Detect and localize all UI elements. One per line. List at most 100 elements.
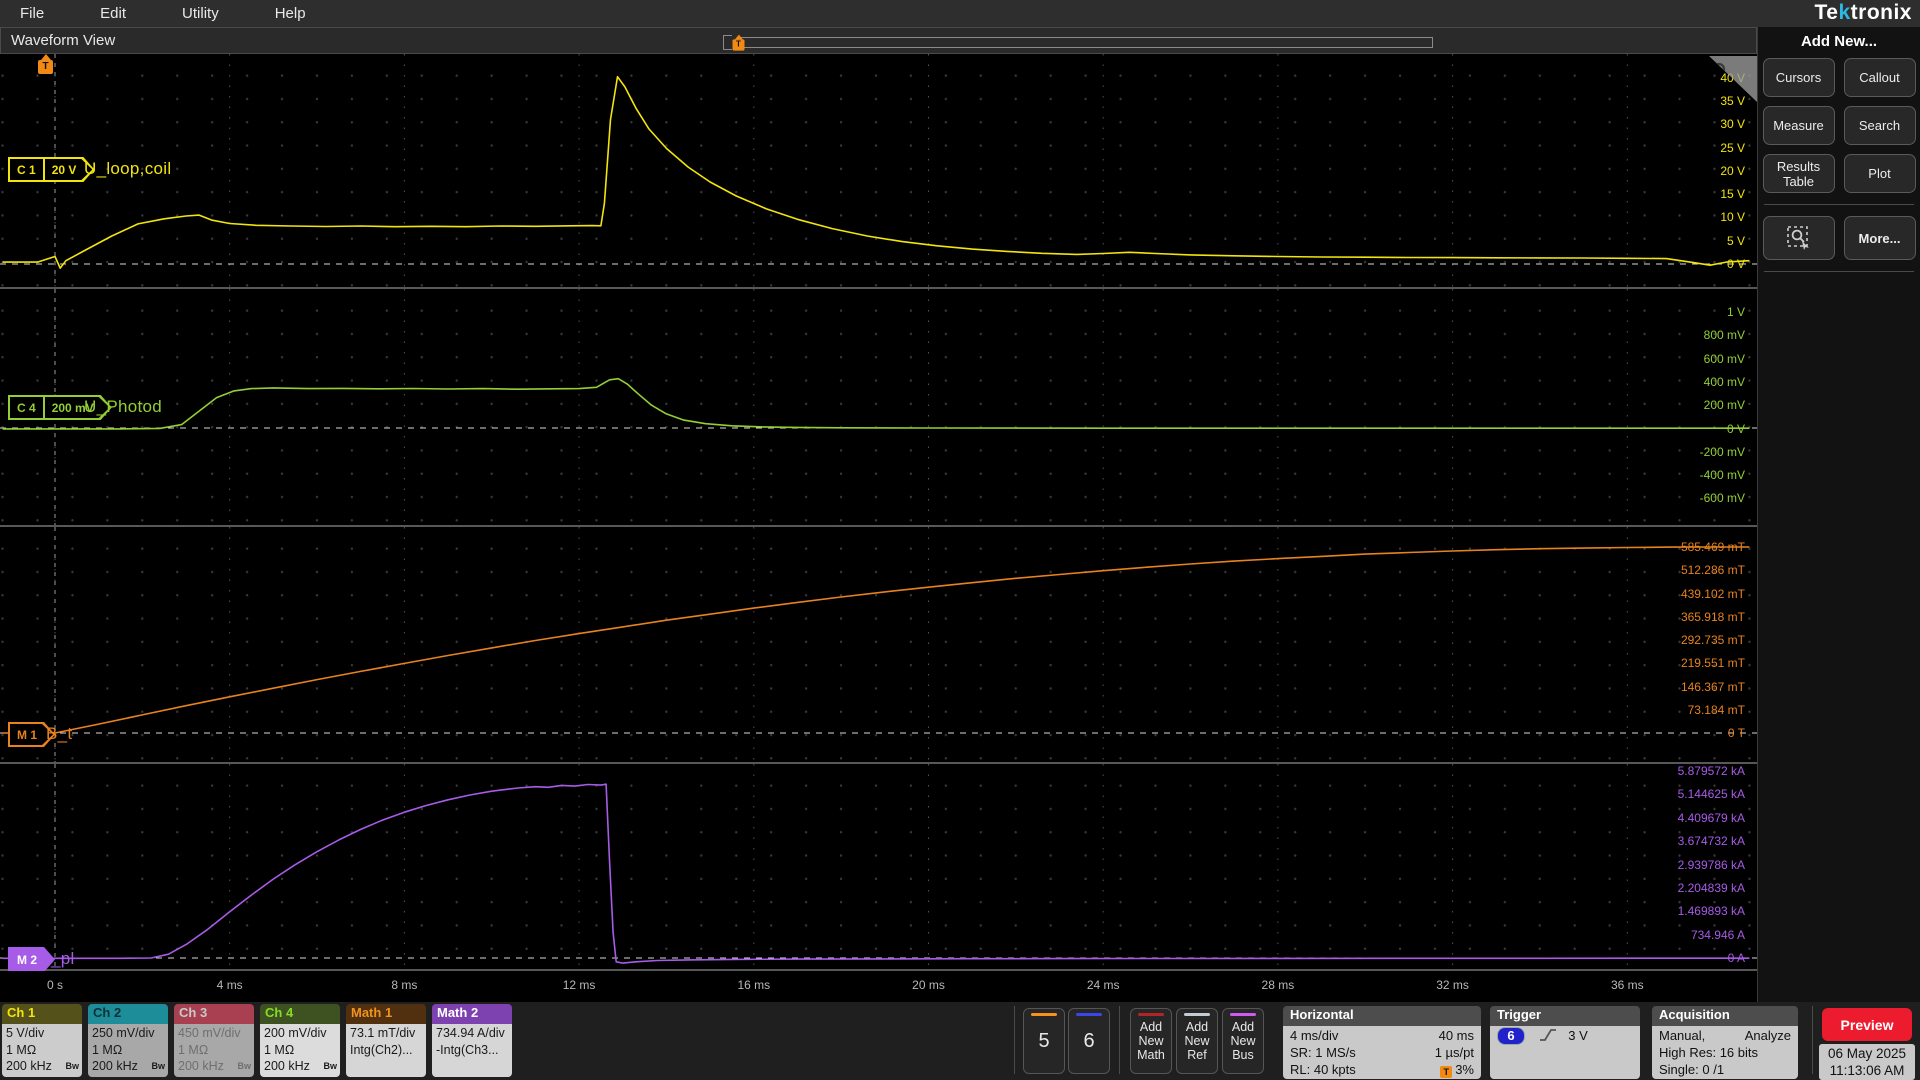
add-new-header: Add New... [1800,33,1878,50]
channel-setting: Intg(Ch2)... [350,1042,413,1057]
trigger-marker-icon[interactable]: T [38,60,53,74]
channel-card-ch1[interactable]: Ch 15 V/div 1 MΩ 200 kHz Bw [2,1004,82,1077]
minimap-window[interactable] [737,37,1433,48]
channel-card-title: Ch 3 [174,1004,254,1024]
divider [1119,1006,1120,1074]
cursors-button[interactable]: Cursors [1762,58,1835,97]
measure-button[interactable]: Measure [1762,106,1835,145]
channel-setting: 1 MΩ [92,1042,123,1057]
menu-bar: File Edit Utility Help [0,0,1920,27]
waveform-slice-u_loop,coil: 40 V35 V30 V25 V20 V15 V10 V5 V0 VC 120 … [0,54,1757,289]
channel-card-math1[interactable]: Math 1 73.1 mT/div Intg(Ch2)... [346,1004,426,1077]
x-tick-label: 28 ms [1261,978,1295,992]
x-tick-label: 32 ms [1436,978,1469,992]
zoom-select-icon [1786,226,1809,250]
sidebar-separator [1764,271,1914,272]
trigger-panel[interactable]: Trigger 6 3 V [1490,1006,1640,1079]
x-tick-label: 24 ms [1086,978,1120,992]
channel-card-title: Ch 4 [260,1004,340,1024]
x-tick-label: 12 ms [562,978,596,992]
add-new-math-button[interactable]: Add New Math [1130,1008,1172,1074]
menu-item-help[interactable]: Help [275,5,306,22]
channel-card-title: Math 2 [432,1004,512,1024]
badge-text: M 2 [17,952,38,967]
trigger-position-icon[interactable]: T [732,39,745,51]
channel-card-ch2[interactable]: Ch 2 250 mV/div 1 MΩ 200 kHz Bw [88,1004,168,1077]
trace-label-u_photod[interactable]: U_Photod [84,397,162,417]
sidebar-separator [1764,204,1914,205]
trigger-panel-title: Trigger [1490,1006,1640,1026]
horizontal-panel[interactable]: Horizontal 4 ms/div 40 ms SR: 1 MS/s 1 µs/p… [1283,1006,1481,1079]
channel-button-6[interactable]: 6 [1068,1008,1110,1074]
badge-text: C 1 [17,162,36,177]
channel-setting: 5 V/div [6,1026,45,1040]
channel-card-ch3[interactable]: Ch 3 450 mV/div 1 MΩ 200 kHz Bw [174,1004,254,1077]
add-new-ref-button[interactable]: Add New Ref [1176,1008,1218,1074]
horizontal-left-value: RL: 40 kpts [1290,1062,1356,1077]
plot-button[interactable]: Plot [1843,154,1916,193]
channel-card-body: 734.94 A/div -Intg(Ch3... [432,1024,512,1077]
waveform-slice-i_pl: 5.879572 kA 5.144625 kA 4.409679 kA 3.67473… [0,764,1757,989]
channel-card-body: 250 mV/div 1 MΩ 200 kHz Bw [88,1024,168,1077]
channel-button-5[interactable]: 5 [1023,1008,1065,1074]
x-tick-label: 20 ms [912,978,945,992]
acquisition-panel-title: Acquisition [1652,1006,1798,1026]
trace-label-b_t[interactable]: B_t [46,724,72,744]
horizontal-position-indicator[interactable]: T [723,35,1433,51]
x-tick-label: 8 ms [391,978,418,992]
channel-setting: 250 mV/div [92,1026,155,1040]
more-button[interactable]: More... [1843,216,1916,260]
waveform-slice-u_photod: 1 V 800 mV 600 mV 400 mV 200 mV 0 V -200 mV -40… [0,289,1757,527]
waveform-view-titlebar: Waveform View T [0,27,1757,54]
preview-button[interactable]: Preview [1822,1008,1912,1041]
right-sidebar: Add New... Cursors Callout Measure Search Re… [1758,27,1920,1002]
trace-label-u_loop,coil[interactable]: U_loop,coil [84,159,171,179]
channel-card-math2[interactable]: Math 2 734.94 A/div -Intg(Ch3... [432,1004,512,1077]
badge-text: M 1 [17,727,38,742]
acquisition-panel[interactable]: Acquisition Manual, Analyze High Res: 16 … [1652,1006,1798,1079]
acq-single: Single: 0 /1 [1659,1062,1725,1077]
tektronix-logo: Tektronix [1814,1,1912,24]
x-tick-label: 4 ms [216,978,243,992]
channel-color-stripe [1076,1013,1102,1016]
channel-card-body: 450 mV/div 1 MΩ 200 kHz Bw [174,1024,254,1077]
acq-mode: Manual, [1659,1028,1706,1043]
bandwidth-indicator: Bw [323,1060,338,1071]
x-tick-label: 36 ms [1610,978,1644,992]
waveform-view-title: Waveform View [11,32,116,49]
channel-setting: 200 mV/div [264,1026,327,1040]
channel-badge-c1[interactable]: C 1 20 V [8,157,94,182]
waveform-slice-b_t: 585.469 mT 512.286 mT 439.102 mT 365.918 mT… [0,527,1757,764]
results-table-button[interactable]: Results Table [1762,154,1835,193]
horizontal-row: SR: 1 MS/s 1 µs/pt [1290,1044,1474,1061]
channel-card-body: 5 V/div 1 MΩ 200 kHz Bw [2,1024,82,1077]
plot-area: 40 V35 V30 V25 V20 V15 V10 V5 V0 VC 120 … [0,54,1757,989]
search-button[interactable]: Search [1843,106,1916,145]
channel-card-body: 200 mV/div 1 MΩ 200 kHz Bw [260,1024,340,1077]
menu-item-file[interactable]: File [20,5,44,22]
minimap-left-bracket [723,35,732,50]
trigger-source-badge: 6 [1497,1027,1525,1045]
acq-analyze: Analyze [1744,1028,1791,1043]
button-color-stripe [1184,1013,1210,1016]
trace-label-i_pl[interactable]: I_pl [46,949,75,969]
divider [1014,1006,1015,1074]
bandwidth-indicator: Bw [65,1060,80,1071]
rising-edge-icon [1539,1029,1556,1041]
add-new-bus-button[interactable]: Add New Bus [1222,1008,1264,1074]
horizontal-left-value: 4 ms/div [1290,1028,1339,1043]
channel-setting: 450 mV/div [178,1026,241,1040]
channel-card-title: Ch 2 [88,1004,168,1024]
trigger-t-icon: T [1440,1066,1453,1078]
menu-item-utility[interactable]: Utility [182,5,219,22]
menu-item-edit[interactable]: Edit [100,5,126,22]
horizontal-right-value: 40 ms [1438,1028,1474,1043]
x-tick-label: 16 ms [737,978,771,992]
zoom-select-button[interactable] [1762,216,1835,260]
datetime-display: 06 May 2025 11:13:06 AM [1819,1044,1915,1080]
callout-button[interactable]: Callout [1843,58,1916,97]
waveform-view: Waveform View T 40 V35 V30 V25 V20 V15 V… [0,27,1758,1002]
channel-card-ch4[interactable]: Ch 4 200 mV/div 1 MΩ 200 kHz Bw [260,1004,340,1077]
channel-card-title: Ch 1 [2,1004,82,1024]
sidebar-button-grid: Cursors Callout Measure Search Results Table… [1758,58,1920,193]
